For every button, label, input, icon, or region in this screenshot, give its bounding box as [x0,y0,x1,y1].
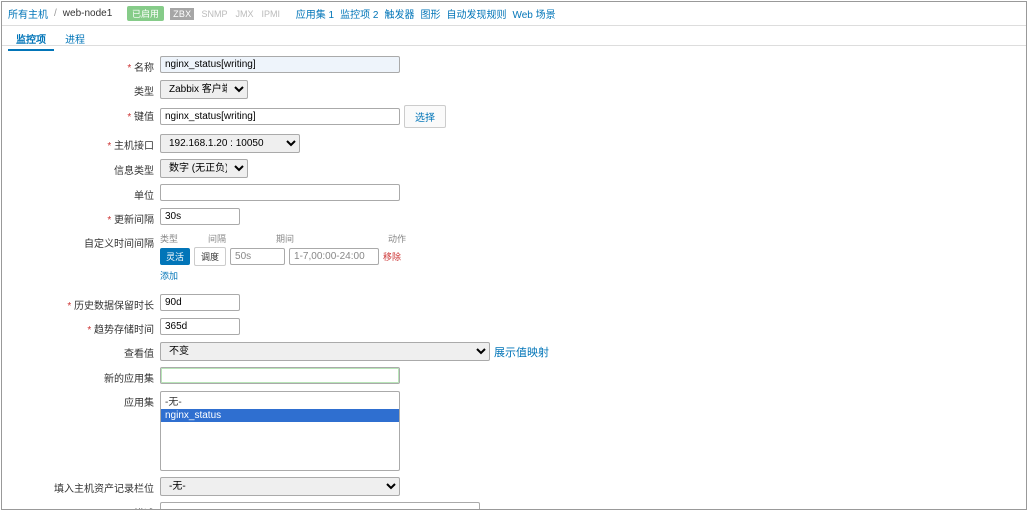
select-inventory-link[interactable]: -无- [160,477,400,496]
interval-remove-link[interactable]: 移除 [383,250,401,263]
badge-ipmi: IPMI [260,9,281,19]
breadcrumb-host: web-node1 [63,8,112,19]
link-discovery[interactable]: 自动发现规则 [446,6,506,21]
link-triggers[interactable]: 触发器 [384,6,414,21]
breadcrumb-sep: / [54,8,57,19]
select-host-interface[interactable]: 192.168.1.20 : 10050 [160,134,300,153]
select-type[interactable]: Zabbix 客户端 [160,80,248,99]
badge-zbx: ZBX [170,8,194,20]
input-update-interval[interactable] [160,208,240,225]
custom-intervals-block: 类型 间隔 期间 动作 灵活 调度 移除 添加 [160,232,410,282]
label-key: 键值 [2,105,160,123]
badge-snmp: SNMP [200,9,228,19]
interval-type-flexible[interactable]: 灵活 [160,248,190,265]
breadcrumb-all-hosts[interactable]: 所有主机 [8,6,48,21]
intervals-hdr-interval: 间隔 [208,232,276,245]
input-unit[interactable] [160,184,400,201]
input-interval-period[interactable] [289,248,379,265]
label-inventory-link: 填入主机资产记录栏位 [2,477,160,495]
badge-jmx: JMX [234,9,254,19]
intervals-hdr-period: 期间 [276,232,376,245]
label-type: 类型 [2,80,160,98]
status-enabled-badge: 已启用 [127,6,164,21]
link-show-value-mapping[interactable]: 展示值映射 [494,344,549,360]
label-trend: 趋势存储时间 [2,318,160,336]
link-web[interactable]: Web 场景 [512,6,555,21]
input-interval-delay[interactable] [230,248,285,265]
select-info-type[interactable]: 数字 (无正负) [160,159,248,178]
label-history: 历史数据保留时长 [2,294,160,312]
input-name[interactable] [160,56,400,73]
interval-row: 灵活 调度 移除 [160,247,410,266]
link-applications[interactable]: 应用集 1 [296,6,334,21]
label-description: 描述 [2,502,160,510]
intervals-hdr-type: 类型 [160,232,208,245]
item-form: 名称 类型 Zabbix 客户端 键值 选择 主机接口 192.168.1.20… [2,46,1026,510]
tabs: 监控项 进程 [2,26,1026,46]
interval-type-scheduling[interactable]: 调度 [194,247,226,266]
intervals-hdr-action: 动作 [376,232,406,245]
input-new-application[interactable] [160,367,400,384]
input-history[interactable] [160,294,240,311]
link-items[interactable]: 监控项 2 [340,6,378,21]
select-view-value[interactable]: 不变 [160,342,490,361]
input-key[interactable] [160,108,400,125]
label-name: 名称 [2,56,160,74]
app-option-nginx-status[interactable]: nginx_status [161,409,399,422]
label-info-type: 信息类型 [2,159,160,177]
top-bar: 所有主机 / web-node1 已启用 ZBX SNMP JMX IPMI 应… [2,2,1026,26]
label-custom-intervals: 自定义时间间隔 [2,232,160,250]
tab-item[interactable]: 监控项 [8,28,54,51]
applications-listbox[interactable]: -无- nginx_status [160,391,400,471]
label-host-interface: 主机接口 [2,134,160,152]
key-select-button[interactable]: 选择 [404,105,446,128]
input-trend[interactable] [160,318,240,335]
app-option-none[interactable]: -无- [161,392,399,409]
label-applications: 应用集 [2,391,160,409]
label-unit: 单位 [2,184,160,202]
app-frame: 所有主机 / web-node1 已启用 ZBX SNMP JMX IPMI 应… [1,1,1027,510]
tab-process[interactable]: 进程 [57,28,93,49]
label-update-interval: 更新间隔 [2,208,160,226]
label-new-application: 新的应用集 [2,367,160,385]
interval-add-link[interactable]: 添加 [160,269,178,282]
link-graphs[interactable]: 图形 [420,6,440,21]
textarea-description[interactable] [160,502,480,510]
label-view-value: 查看值 [2,342,160,360]
